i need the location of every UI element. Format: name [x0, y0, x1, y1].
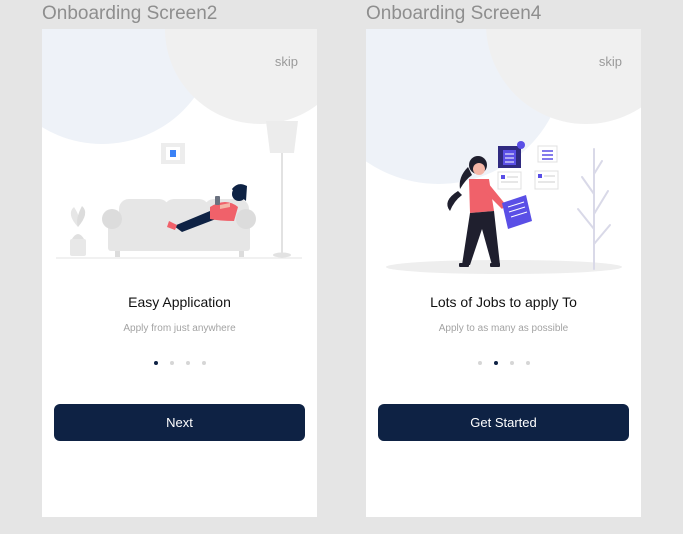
next-button[interactable]: Next [54, 404, 305, 441]
job-documents-illustration [386, 141, 622, 274]
frame-title-screen2: Onboarding Screen2 [42, 3, 218, 24]
onboarding-subtitle: Apply to as many as possible [438, 323, 569, 334]
onboarding-screen-4: skip Lots of Jobs to apply To Apply to a… [366, 29, 641, 517]
page-dot-1[interactable] [153, 361, 158, 365]
onboarding-subtitle: Apply from just anywhere [123, 323, 236, 334]
page-dot-3[interactable] [185, 361, 190, 365]
page-dot-1[interactable] [477, 361, 482, 365]
frame-title-screen4: Onboarding Screen4 [366, 3, 542, 24]
sofa-person-illustration [56, 121, 302, 259]
onboarding-heading: Easy Application [128, 294, 231, 310]
page-dot-4[interactable] [201, 361, 206, 365]
page-indicator [366, 361, 641, 365]
page-dot-2[interactable] [169, 361, 174, 365]
page-dot-3[interactable] [509, 361, 514, 365]
onboarding-screen-2: skip Easy Application Apply from just an… [42, 29, 317, 517]
page-dot-4[interactable] [525, 361, 530, 365]
page-dot-2[interactable] [493, 361, 498, 365]
onboarding-heading: Lots of Jobs to apply To [430, 294, 577, 310]
page-indicator [42, 361, 317, 365]
get-started-button[interactable]: Get Started [378, 404, 629, 441]
